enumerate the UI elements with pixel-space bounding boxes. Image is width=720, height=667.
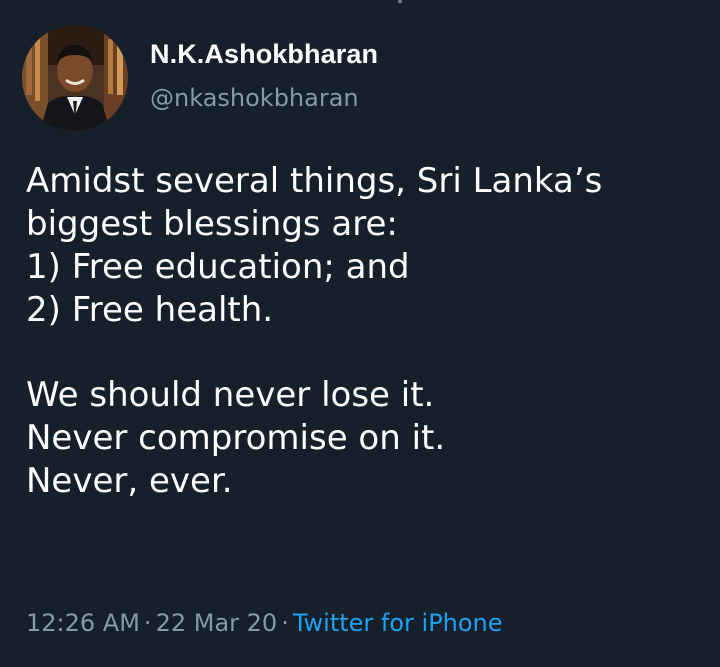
tweet-line: We should never lose it. (26, 375, 435, 415)
tweet-time[interactable]: 12:26 AM (26, 609, 140, 637)
tweet-line: Never compromise on it. (26, 418, 446, 458)
tweet-source-link[interactable]: Twitter for iPhone (293, 609, 503, 637)
tweet-text: Amidst several things, Sri Lanka’s bigge… (26, 160, 706, 503)
display-name[interactable]: N.K.Ashokbharan (150, 37, 378, 71)
profile-photo (22, 25, 128, 131)
scroll-indicator (398, 0, 402, 3)
avatar[interactable] (22, 25, 128, 131)
meta-separator: · (281, 609, 289, 637)
user-handle[interactable]: @nkashokbharan (150, 83, 378, 113)
tweet-line: 1) Free education; and (26, 247, 410, 287)
tweet-card: N.K.Ashokbharan @nkashokbharan Amidst se… (0, 0, 720, 667)
tweet-line: Amidst several things, Sri Lanka’s (26, 161, 603, 201)
tweet-meta: 12:26 AM · 22 Mar 20 · Twitter for iPhone (26, 607, 503, 639)
tweet-date[interactable]: 22 Mar 20 (156, 609, 278, 637)
author-block[interactable]: N.K.Ashokbharan @nkashokbharan (150, 37, 378, 113)
meta-separator: · (143, 609, 152, 637)
paragraph-break (26, 332, 706, 374)
tweet-line: biggest blessings are: (26, 204, 398, 244)
tweet-line: Never, ever. (26, 461, 233, 501)
tweet-line: 2) Free health. (26, 290, 274, 330)
